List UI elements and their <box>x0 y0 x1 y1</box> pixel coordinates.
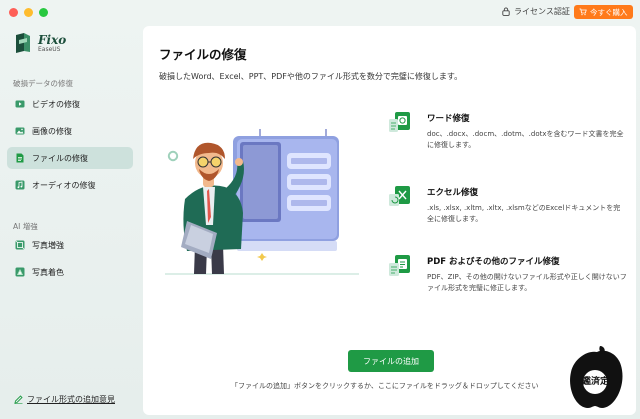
buy-now-label: 今すぐ購入 <box>590 7 628 17</box>
pencil-icon <box>14 395 23 404</box>
buy-now-button[interactable]: 今すぐ購入 <box>574 5 633 19</box>
page-title: ファイルの修復 <box>159 47 247 62</box>
audio-icon <box>15 180 25 190</box>
license-activation-link[interactable]: ライセンス認証 <box>502 6 570 17</box>
fixo-logo-icon <box>16 33 30 53</box>
excel-repair-icon <box>389 186 410 206</box>
window-controls <box>9 8 48 17</box>
section-label-ai: AI 増強 <box>13 222 38 231</box>
word-repair-icon <box>389 112 410 132</box>
close-window-button[interactable] <box>9 8 18 17</box>
feedback-label: ファイル形式の追加意見 <box>27 395 115 404</box>
sidebar-item-photo-colorize[interactable]: 写真着色 <box>7 261 133 283</box>
feature-text: doc、.docx、.docm、.dotm、.dotxを含むワード文書を完全に修… <box>427 130 624 149</box>
feature-title: PDF およびその他のファイル修復 <box>427 257 560 267</box>
app-logo: Fixo EaseUS <box>13 32 66 54</box>
sidebar-item-audio-repair[interactable]: オーディオの修復 <box>7 174 133 196</box>
sidebar-item-label: 画像の修復 <box>32 126 72 136</box>
add-file-button[interactable]: ファイルの追加 <box>348 350 434 372</box>
lock-icon <box>502 7 510 16</box>
file-icon <box>15 153 25 163</box>
sidebar-item-photo-enhance[interactable]: 写真増強 <box>7 234 133 256</box>
sidebar-item-label: ファイルの修復 <box>32 153 88 163</box>
photo-enhance-icon <box>15 240 25 250</box>
feature-title: ワード修復 <box>427 114 470 124</box>
minimize-window-button[interactable] <box>24 8 33 17</box>
image-icon <box>15 126 25 136</box>
logo-name: Fixo <box>38 32 67 47</box>
sidebar-item-label: ビデオの修復 <box>32 99 80 109</box>
feature-text: PDF、ZIP、その他の開けないファイル形式や正しく開けないファイル形式を完璧に… <box>427 273 627 292</box>
pdf-repair-icon <box>389 255 410 276</box>
sidebar-item-label: 写真着色 <box>32 267 64 277</box>
cart-icon <box>579 8 587 16</box>
feature-title: エクセル修復 <box>427 188 479 198</box>
license-label: ライセンス認証 <box>514 7 570 16</box>
sidebar-item-label: 写真増強 <box>32 240 64 250</box>
app-window: ライセンス認証 今すぐ購入 Fixo EaseUS 破損データの修復 ビデオの修… <box>0 0 640 419</box>
drag-drop-hint: 「ファイルの追加」ボタンをクリックするか、ここにファイルをドラッグ＆ドロップして… <box>231 382 539 390</box>
feature-text: .xls, .xlsx, .xltm, .xltx, .xlsmなどのExcel… <box>427 204 621 223</box>
file-repair-illustration <box>165 129 359 275</box>
photo-colorize-icon <box>15 267 25 277</box>
format-feedback-link[interactable]: ファイル形式の追加意見 <box>14 394 115 405</box>
watermark-text: 鑑済定 <box>582 377 610 387</box>
sidebar-item-file-repair[interactable]: ファイルの修復 <box>7 147 133 169</box>
zoom-window-button[interactable] <box>39 8 48 17</box>
logo-sub: EaseUS <box>38 45 61 53</box>
sidebar-item-image-repair[interactable]: 画像の修復 <box>7 120 133 142</box>
section-label-repair: 破損データの修復 <box>13 79 73 88</box>
video-icon <box>15 99 25 109</box>
sidebar-item-label: オーディオの修復 <box>32 180 96 190</box>
page-description: 破損したWord、Excel、PPT、PDFや他のファイル形式を数分で完璧に修復… <box>159 72 463 81</box>
sidebar-item-video-repair[interactable]: ビデオの修復 <box>7 93 133 115</box>
